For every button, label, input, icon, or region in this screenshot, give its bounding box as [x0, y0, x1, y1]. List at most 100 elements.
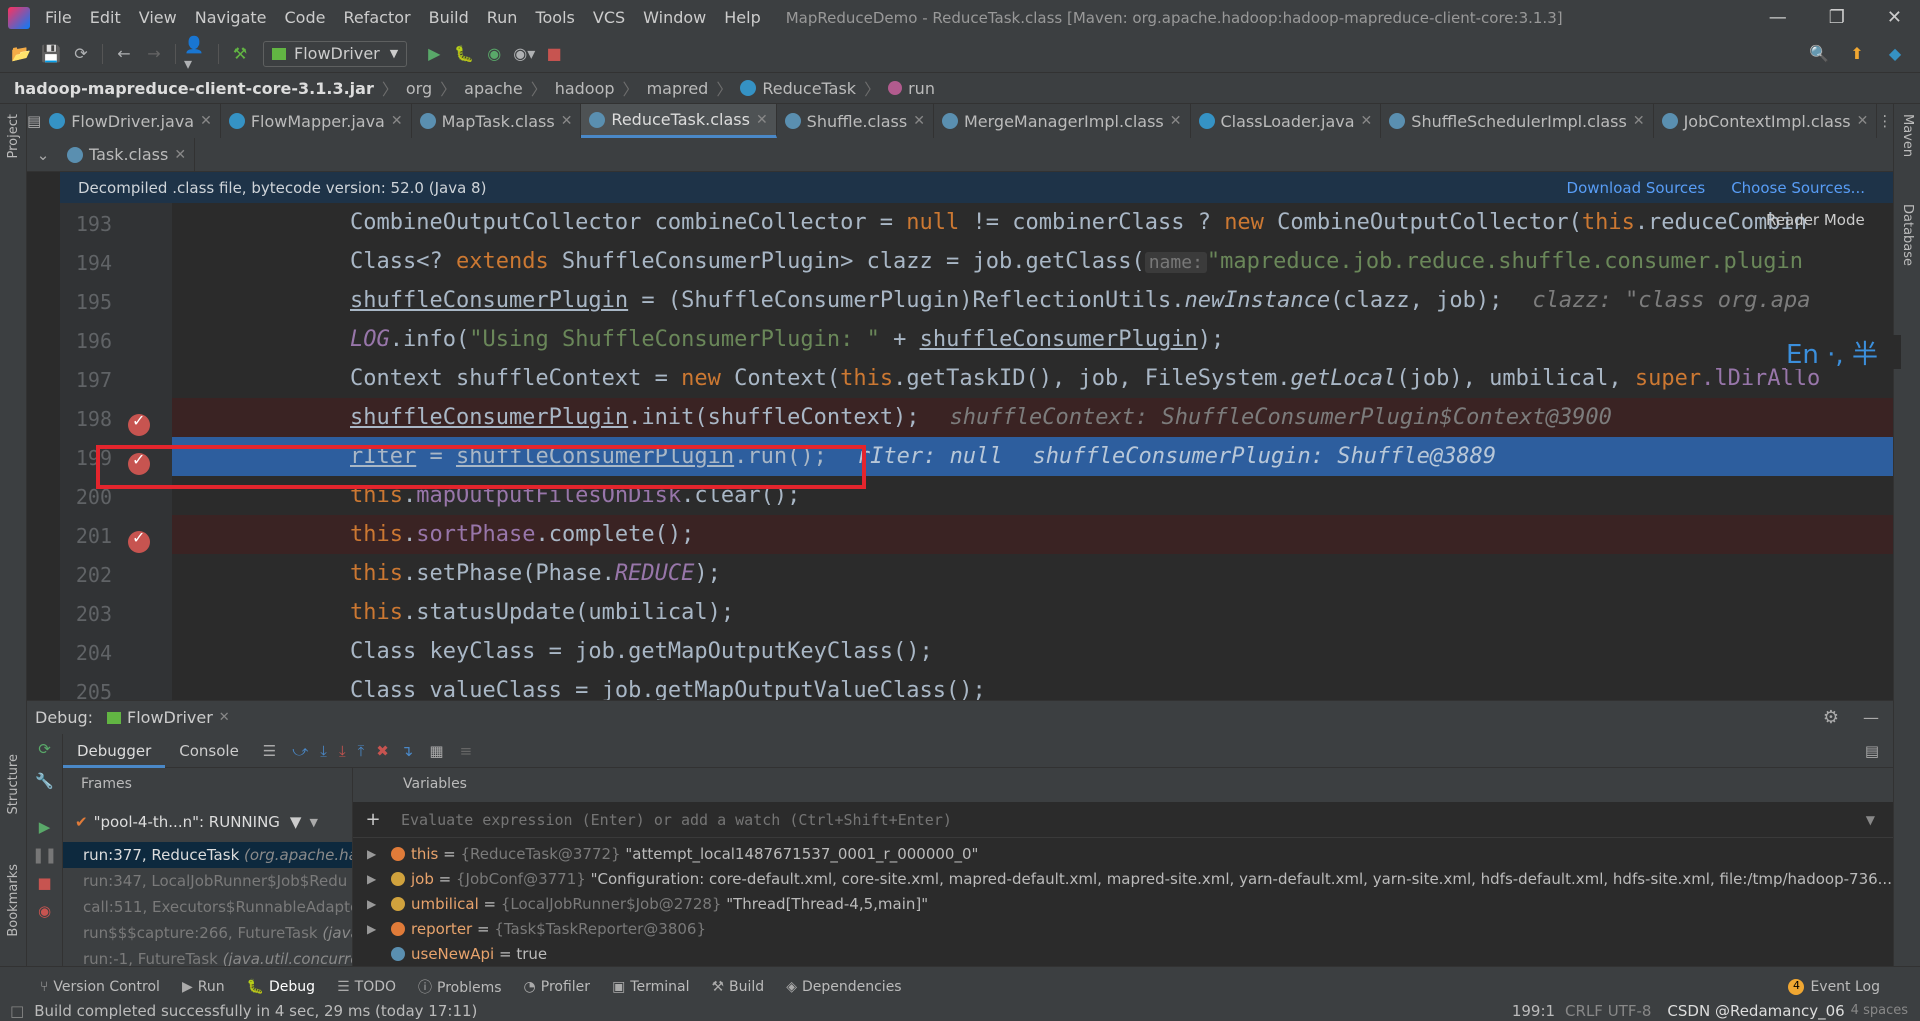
step-into-icon[interactable]: ⤓: [320, 742, 327, 760]
frame-row[interactable]: run:377, ReduceTask (org.apache.had: [63, 842, 352, 868]
restore-icon[interactable]: ❐: [1829, 7, 1845, 28]
variable-row[interactable]: useNewApi = true: [353, 942, 1893, 966]
save-icon[interactable]: 💾: [38, 41, 64, 67]
close-tab-icon[interactable]: ✕: [913, 113, 925, 129]
update-icon[interactable]: ⬆: [1844, 41, 1870, 67]
maven-tool-window[interactable]: Maven: [1900, 114, 1915, 157]
user-icon[interactable]: 👤▾: [184, 35, 210, 73]
tab-list-icon[interactable]: ▤: [27, 112, 41, 130]
menu-item-build[interactable]: Build: [420, 8, 478, 27]
menu-item-help[interactable]: Help: [715, 8, 769, 27]
back-icon[interactable]: ←: [111, 41, 137, 67]
bottom-tab-todo[interactable]: ☰ TODO: [337, 979, 396, 995]
close-tab-icon[interactable]: ✕: [756, 112, 768, 128]
run-config-select[interactable]: FlowDriver ▼: [263, 40, 408, 67]
bottom-tab-dependencies[interactable]: ◈ Dependencies: [786, 979, 901, 995]
sync-icon[interactable]: ⟳: [68, 41, 94, 67]
menu-item-tools[interactable]: Tools: [526, 8, 583, 27]
coverage-icon[interactable]: ◉: [481, 41, 507, 67]
breadcrumb-apache[interactable]: apache: [464, 79, 523, 98]
bottom-tab-version-control[interactable]: ⑂ Version Control: [40, 979, 160, 995]
tab-maptask-class[interactable]: MapTask.class ✕: [412, 104, 582, 138]
force-step-into-icon[interactable]: ⤓: [339, 742, 346, 760]
rerun-icon[interactable]: ⟳: [27, 740, 62, 758]
cursor-position[interactable]: 199:1: [1512, 1002, 1555, 1020]
tab-shuffle-class[interactable]: Shuffle.class ✕: [777, 104, 934, 138]
structure-tool-window[interactable]: Structure: [6, 754, 21, 814]
bottom-tab-terminal[interactable]: ▣ Terminal: [612, 979, 689, 995]
menu-item-file[interactable]: File: [36, 8, 81, 27]
menu-item-window[interactable]: Window: [634, 8, 715, 27]
step-out-icon[interactable]: ⤒: [358, 742, 365, 760]
tab-jobcontextimpl-class[interactable]: JobContextImpl.class ✕: [1654, 104, 1878, 138]
run-icon[interactable]: ▶: [421, 41, 447, 67]
debug-icon[interactable]: 🐛: [451, 41, 477, 67]
add-watch-icon[interactable]: +: [353, 809, 393, 830]
tab-shuffleschedulerimpl-class[interactable]: ShuffleSchedulerImpl.class ✕: [1381, 104, 1654, 138]
choose-sources-link[interactable]: Choose Sources...: [1731, 179, 1865, 197]
indent-setting[interactable]: 4 spaces: [1851, 1003, 1908, 1018]
tab-debugger[interactable]: Debugger: [63, 734, 166, 768]
view-breakpoints-icon[interactable]: ◉: [27, 902, 62, 920]
plugin-icon[interactable]: ◆: [1882, 41, 1908, 67]
breadcrumb-method[interactable]: run: [908, 79, 935, 98]
breakpoint-icon[interactable]: [128, 528, 150, 553]
frame-row[interactable]: run$$$capture:266, FutureTask (java.: [63, 920, 352, 946]
bottom-tab-build[interactable]: ⚒ Build: [711, 979, 764, 995]
resume-icon[interactable]: ▶: [27, 818, 62, 836]
step-over-icon[interactable]: ⤻: [292, 742, 308, 760]
close-tab-icon[interactable]: ✕: [391, 113, 403, 129]
collapse-icon[interactable]: ⌄: [27, 146, 59, 164]
project-tool-window[interactable]: Project: [6, 114, 21, 158]
bottom-tab-debug[interactable]: 🐛 Debug: [247, 979, 315, 995]
run-to-cursor-icon[interactable]: ↴: [401, 742, 414, 760]
breadcrumb-org[interactable]: org: [406, 79, 432, 98]
tab-flowmapper-java[interactable]: FlowMapper.java ✕: [221, 104, 412, 138]
close-icon[interactable]: ✕: [1887, 7, 1902, 28]
close-tab-icon[interactable]: ✕: [219, 710, 230, 725]
menu-item-view[interactable]: View: [130, 8, 186, 27]
bottom-tab-profiler[interactable]: ◔ Profiler: [524, 979, 591, 995]
close-tab-icon[interactable]: ✕: [1633, 113, 1645, 129]
frame-row[interactable]: run:347, LocalJobRunner$Job$Redu: [63, 868, 352, 894]
tab-reducetask-class[interactable]: ReduceTask.class ✕: [581, 104, 777, 138]
drop-frame-icon[interactable]: ✖: [376, 742, 389, 760]
menu-item-run[interactable]: Run: [478, 8, 527, 27]
close-tab-icon[interactable]: ✕: [174, 147, 186, 163]
menu-item-code[interactable]: Code: [276, 8, 335, 27]
breadcrumb-jar[interactable]: hadoop-mapreduce-client-core-3.1.3.jar: [14, 79, 374, 98]
expand-icon[interactable]: ▶: [367, 842, 376, 867]
bottom-tab-problems[interactable]: ⓘ Problems: [418, 977, 502, 997]
close-tab-icon[interactable]: ✕: [561, 113, 573, 129]
trace-icon[interactable]: ≡: [460, 742, 473, 760]
close-tab-icon[interactable]: ✕: [1170, 113, 1182, 129]
evaluate-icon[interactable]: ▦: [429, 742, 443, 760]
event-log-button[interactable]: Event Log: [1810, 979, 1880, 995]
breadcrumb-hadoop[interactable]: hadoop: [555, 79, 615, 98]
variable-row[interactable]: ▶ umbilical = {LocalJobRunner$Job@2728} "…: [353, 892, 1893, 917]
variable-row[interactable]: ▶ reporter = {Task$TaskReporter@3806}: [353, 917, 1893, 942]
menu-item-refactor[interactable]: Refactor: [334, 8, 419, 27]
menu-item-navigate[interactable]: Navigate: [186, 8, 276, 27]
frame-row[interactable]: call:511, Executors$RunnableAdapter: [63, 894, 352, 920]
bottom-tab-run[interactable]: ▶ Run: [182, 979, 225, 995]
settings-icon[interactable]: 🔧: [27, 772, 62, 790]
variable-row[interactable]: ▶ this = {ReduceTask@3772} "attempt_local…: [353, 842, 1893, 867]
thread-selector[interactable]: ✔ "pool-4-th...n": RUNNING ▼ ▼: [63, 802, 353, 842]
tab-classloader-java[interactable]: ClassLoader.java ✕: [1191, 104, 1382, 138]
minimize-icon[interactable]: —: [1769, 7, 1787, 28]
expand-icon[interactable]: ▶: [367, 867, 376, 892]
menu-item-vcs[interactable]: VCS: [584, 8, 634, 27]
tab-mergemanagerimpl-class[interactable]: MergeManagerImpl.class ✕: [934, 104, 1191, 138]
download-sources-link[interactable]: Download Sources: [1567, 179, 1706, 197]
tab-console[interactable]: Console: [165, 742, 253, 760]
more-options-icon[interactable]: ⋮: [1877, 112, 1892, 130]
frame-row[interactable]: run:-1, FutureTask (java.util.concurre: [63, 946, 352, 966]
breadcrumb-class[interactable]: ReduceTask: [762, 79, 856, 98]
expand-icon[interactable]: ▶: [367, 917, 376, 942]
expand-icon[interactable]: ▶: [367, 892, 376, 917]
layout-icon[interactable]: ▤: [1865, 742, 1879, 760]
hide-icon[interactable]: —: [1863, 708, 1879, 727]
close-tab-icon[interactable]: ✕: [200, 113, 212, 129]
gear-icon[interactable]: ⚙: [1823, 707, 1839, 728]
